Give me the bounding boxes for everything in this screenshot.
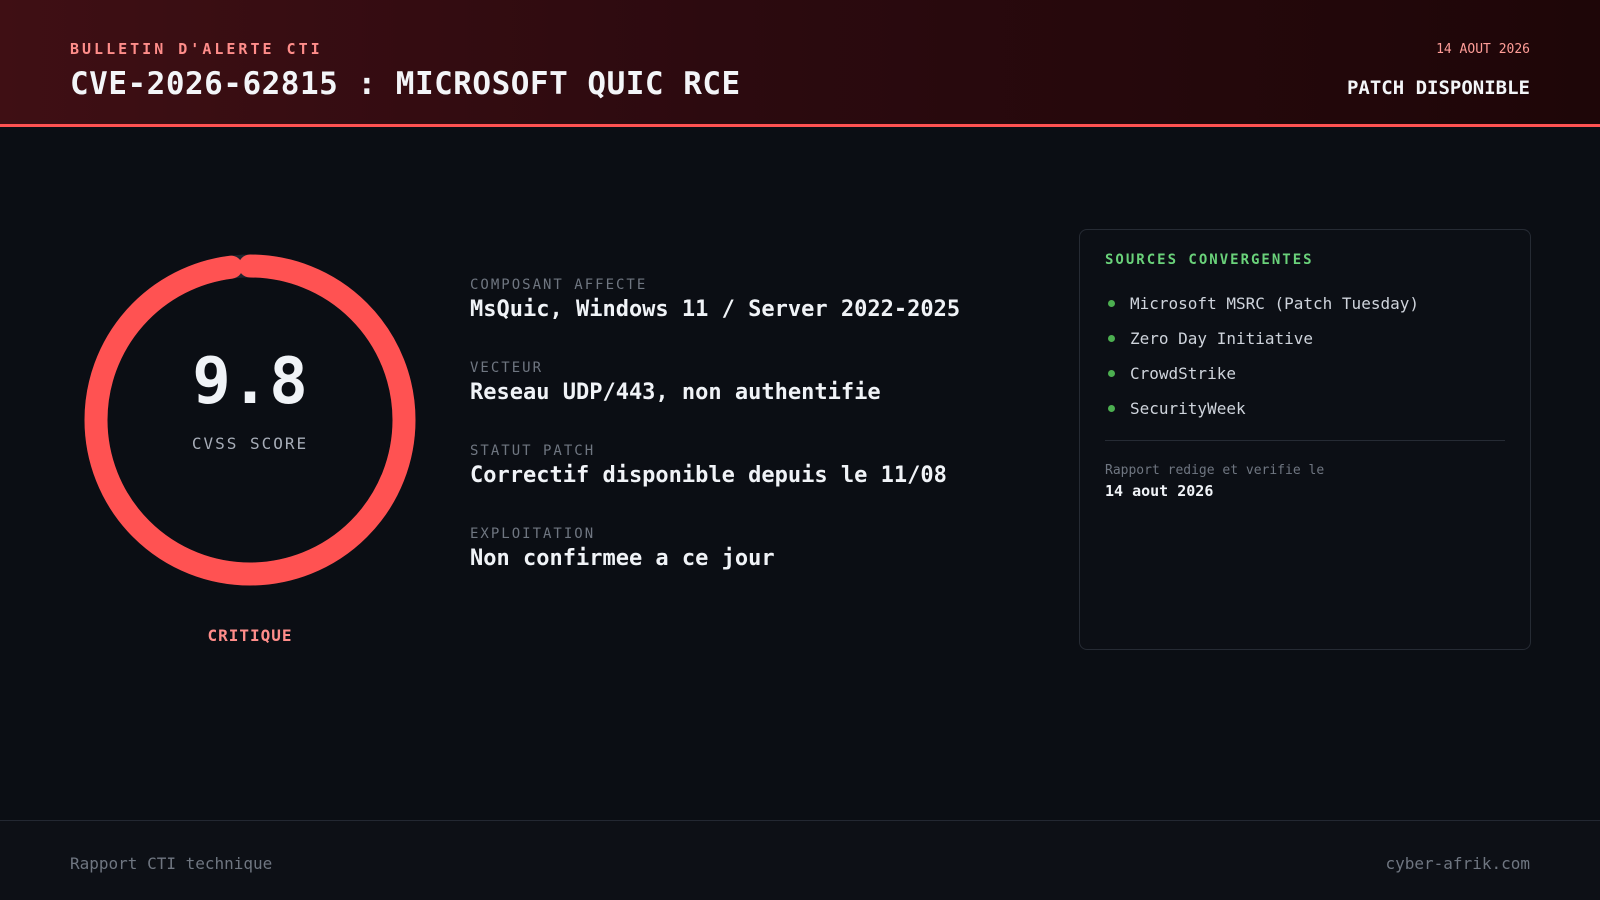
footer-site-link[interactable]: cyber-afrik.com — [1386, 854, 1531, 873]
fact-component: COMPOSANT AFFECTE MsQuic, Windows 11 / S… — [470, 277, 1030, 322]
fact-patch-status: STATUT PATCH Correctif disponible depuis… — [470, 443, 1030, 488]
fact-label: VECTEUR — [470, 360, 544, 376]
list-item: SecurityWeek — [1105, 391, 1419, 426]
fact-exploitation: EXPLOITATION Non confirmee a ce jour — [470, 526, 1030, 571]
panel-divider — [1105, 440, 1505, 441]
sources-panel: SOURCES CONVERGENTES Microsoft MSRC (Pat… — [1079, 229, 1531, 650]
footer: Rapport CTI technique cyber-afrik.com — [0, 820, 1600, 900]
sources-panel-title: SOURCES CONVERGENTES — [1105, 252, 1314, 268]
fact-label: EXPLOITATION — [470, 526, 596, 542]
patch-status: PATCH DISPONIBLE — [1346, 77, 1530, 99]
fact-value: Reseau UDP/443, non authentifie — [470, 380, 881, 405]
page-title: CVE-2026-62815 : MICROSOFT QUIC RCE — [70, 66, 741, 102]
gauge-arc — [84, 254, 416, 586]
source-name: CrowdStrike — [1130, 364, 1236, 383]
report-label: Rapport redige et verifie le — [1105, 463, 1325, 478]
fact-label: COMPOSANT AFFECTE — [470, 277, 648, 293]
footer-report-type: Rapport CTI technique — [70, 854, 273, 873]
bulletin-date: 14 AOUT 2026 — [1436, 42, 1530, 57]
cvss-score: 9.8 — [192, 345, 308, 419]
bullet-dot-icon — [1108, 370, 1115, 377]
bullet-dot-icon — [1108, 405, 1115, 412]
source-name: Zero Day Initiative — [1130, 329, 1314, 348]
list-item: Zero Day Initiative — [1105, 321, 1419, 356]
vulnerability-facts: COMPOSANT AFFECTE MsQuic, Windows 11 / S… — [470, 277, 1030, 609]
cvss-score-label: CVSS SCORE — [191, 434, 309, 453]
cvss-ring — [84, 254, 416, 586]
sources-list: Microsoft MSRC (Patch Tuesday) Zero Day … — [1105, 286, 1419, 426]
bulletin-eyebrow: BULLETIN D'ALERTE CTI — [70, 40, 323, 58]
source-name: Microsoft MSRC (Patch Tuesday) — [1130, 294, 1419, 313]
list-item: CrowdStrike — [1105, 356, 1419, 391]
fact-value: MsQuic, Windows 11 / Server 2022-2025 — [470, 297, 961, 322]
list-item: Microsoft MSRC (Patch Tuesday) — [1105, 286, 1419, 321]
fact-value: Non confirmee a ce jour — [470, 546, 775, 571]
bullet-dot-icon — [1108, 335, 1115, 342]
severity-label: CRITIQUE — [207, 626, 293, 645]
alert-header: BULLETIN D'ALERTE CTI CVE-2026-62815 : M… — [0, 0, 1600, 127]
cvss-gauge: 9.8 CVSS SCORE — [84, 254, 416, 586]
fact-label: STATUT PATCH — [470, 443, 596, 459]
fact-vector: VECTEUR Reseau UDP/443, non authentifie — [470, 360, 1030, 405]
report-date: 14 aout 2026 — [1105, 482, 1214, 500]
source-name: SecurityWeek — [1130, 399, 1246, 418]
fact-value: Correctif disponible depuis le 11/08 — [470, 463, 947, 488]
bullet-dot-icon — [1108, 300, 1115, 307]
